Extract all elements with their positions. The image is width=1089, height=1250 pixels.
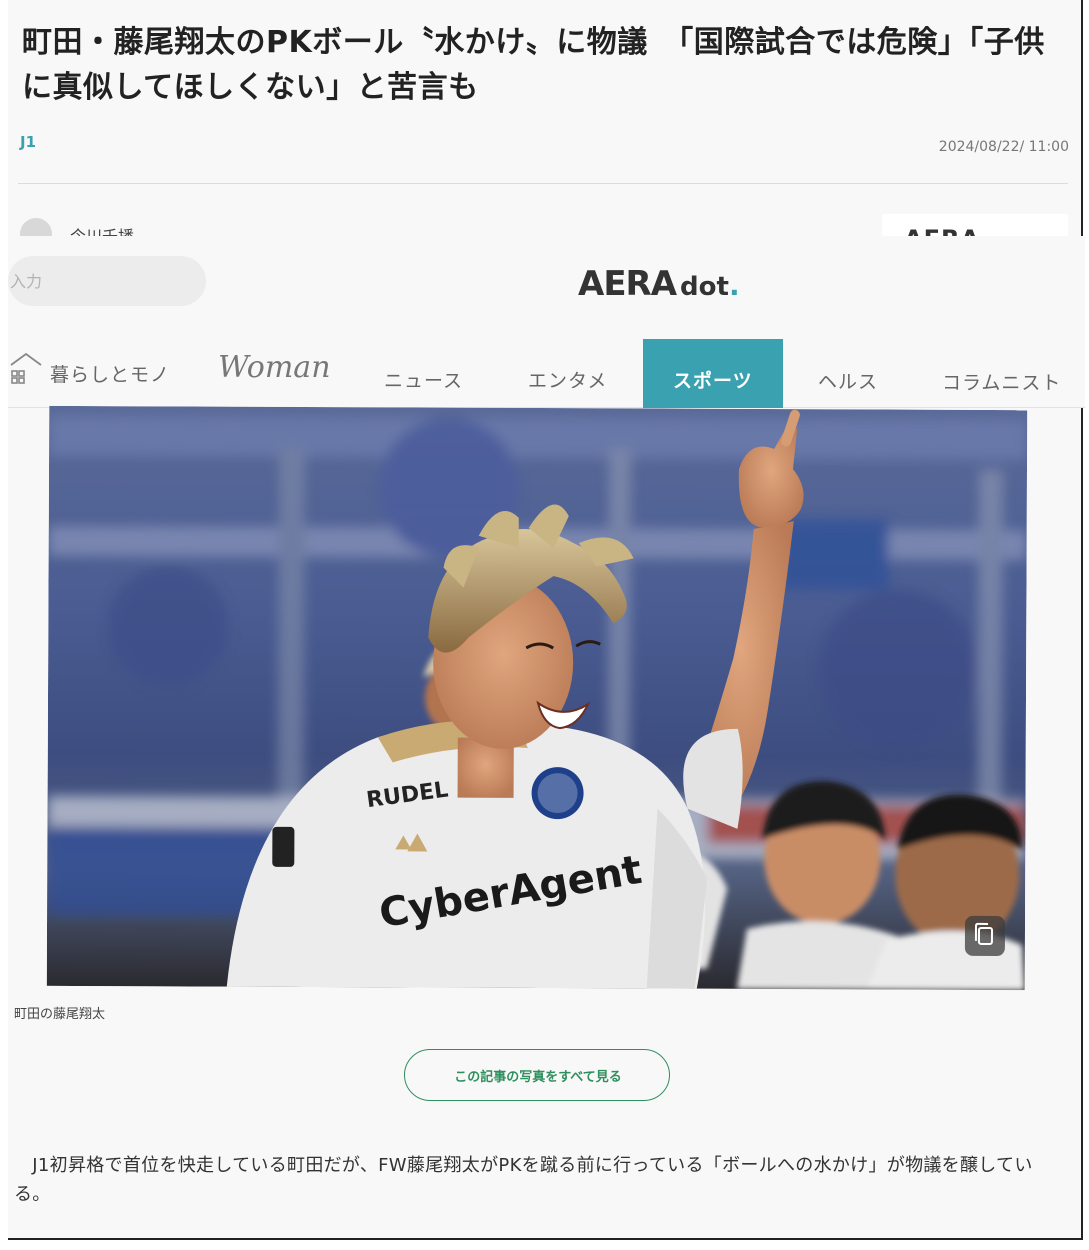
- nav-health[interactable]: ヘルス: [818, 367, 878, 394]
- hero-photo[interactable]: RUDEL CyberAgent: [46, 405, 1028, 991]
- author-avatar: [20, 218, 52, 236]
- author-name[interactable]: 今川千播: [70, 223, 134, 236]
- aera-badge-text: AERA: [904, 225, 980, 236]
- hero-photo-art: RUDEL CyberAgent: [46, 405, 1028, 991]
- article-body: J1初昇格で首位を快走している町田だが、FW藤尾翔太がPKを蹴る前に行っている「…: [14, 1155, 1033, 1205]
- search-input[interactable]: [8, 256, 206, 306]
- nav-woman[interactable]: Woman: [218, 350, 331, 385]
- divider: [18, 183, 1068, 184]
- copy-icon[interactable]: [964, 915, 1006, 957]
- nav-sports-tab[interactable]: スポーツ: [643, 339, 783, 408]
- nav-news[interactable]: ニュース: [384, 366, 463, 393]
- nav-entertainment[interactable]: エンタメ: [528, 366, 607, 393]
- author-row: 今川千播 AERA: [20, 214, 1070, 236]
- photo-caption: 町田の藤尾翔太: [14, 1007, 106, 1022]
- aera-badge: AERA: [882, 214, 1068, 236]
- home-icon[interactable]: [8, 350, 44, 386]
- logo-dot: .: [728, 269, 740, 302]
- nav-kurashi[interactable]: 暮らしとモノ: [50, 360, 170, 387]
- site-logo[interactable]: AERA dot.: [578, 264, 740, 304]
- nav-columnist[interactable]: コラムニスト: [942, 368, 1061, 395]
- view-all-photos-label: この記事の写真をすべて見る: [454, 1070, 622, 1085]
- logo-sub: dot: [680, 272, 729, 302]
- view-all-photos-button[interactable]: この記事の写真をすべて見る: [404, 1049, 670, 1101]
- search-box[interactable]: [8, 256, 206, 306]
- publish-date: 2024/08/22/ 11:00: [938, 139, 1069, 155]
- article-title: 町田・藤尾翔太のPKボール〝水かけ〟に物議 「国際試合では危険」「子供に真似して…: [22, 25, 1045, 105]
- logo-main: AERA: [578, 264, 677, 304]
- category-tag[interactable]: J1: [20, 133, 36, 151]
- nav-sports-label: スポーツ: [673, 370, 753, 392]
- site-header: AERAdot. 暮らしとモノ Woman ニュース エンタメ スポーツ ヘルス…: [8, 236, 1085, 408]
